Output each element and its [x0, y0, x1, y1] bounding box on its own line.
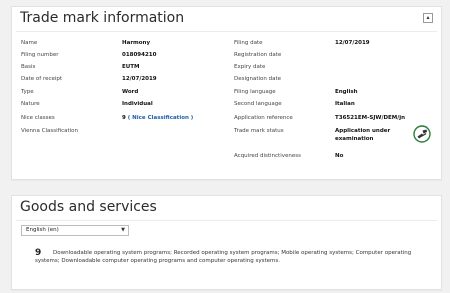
- label-date-of-receipt: Date of receipt: [21, 76, 63, 82]
- value-trade-mark-status-line2: examination: [335, 136, 374, 142]
- panel-title: Goods and services: [20, 199, 157, 215]
- language-select[interactable]: English (en) ▼: [21, 225, 129, 236]
- value-acquired-distinctiveness: No: [335, 153, 344, 159]
- label-filing-number: Filing number: [21, 52, 59, 58]
- label-nice-classes: Nice classes: [21, 115, 55, 121]
- trade-mark-information-panel: Trade mark information ▴ Name Filing num…: [11, 6, 442, 180]
- value-trade-mark-status: Application under: [335, 128, 391, 134]
- panel-title: Trade mark information: [20, 10, 185, 26]
- goods-and-services-panel: Goods and services English (en) ▼ 9 Down…: [11, 195, 442, 290]
- language-select-value: English (en): [26, 227, 59, 233]
- divider: [16, 31, 437, 32]
- label-type: Type: [21, 89, 34, 95]
- label-filing-language: Filing language: [234, 89, 276, 95]
- label-application-reference: Application reference: [234, 115, 293, 121]
- label-trade-mark-status: Trade mark status: [234, 128, 284, 134]
- value-second-language: Italian: [335, 101, 355, 107]
- label-nature: Nature: [21, 101, 40, 107]
- label-vienna-classification: Vienna Classification: [21, 128, 79, 134]
- value-filing-number: 018094210: [122, 52, 157, 58]
- collapse-icon[interactable]: ▴: [423, 13, 433, 23]
- label-name: Name: [21, 40, 38, 46]
- class-description: Downloadable operating system programs; …: [35, 250, 412, 264]
- label-expiry-date: Expiry date: [234, 64, 266, 70]
- value-filing-date: 12/07/2019: [335, 40, 370, 46]
- value-nature: Individual: [122, 101, 153, 107]
- label-registration-date: Registration date: [234, 52, 282, 58]
- value-basis: EUTM: [122, 64, 140, 70]
- value-type: Word: [122, 89, 139, 95]
- value-nice-classes: 9 ( Nice Classification ): [122, 115, 193, 122]
- label-basis: Basis: [21, 64, 36, 70]
- value-filing-language: English: [335, 89, 358, 95]
- examination-status-icon: [413, 125, 431, 143]
- value-name: Harmony: [122, 40, 151, 46]
- label-acquired-distinctiveness: Acquired distinctiveness: [234, 153, 301, 159]
- nice-classification-link[interactable]: ( Nice Classification ): [128, 115, 194, 121]
- value-date-of-receipt: 12/07/2019: [122, 76, 157, 82]
- label-second-language: Second language: [234, 101, 282, 107]
- label-filing-date: Filing date: [234, 40, 263, 46]
- label-designation-date: Designation date: [234, 76, 282, 82]
- divider: [16, 220, 437, 221]
- value-application-reference: T36521EM-SJW/DEM/jn: [335, 115, 406, 121]
- nice-class-number: 9: [122, 115, 126, 121]
- chevron-down-icon: ▼: [121, 227, 125, 233]
